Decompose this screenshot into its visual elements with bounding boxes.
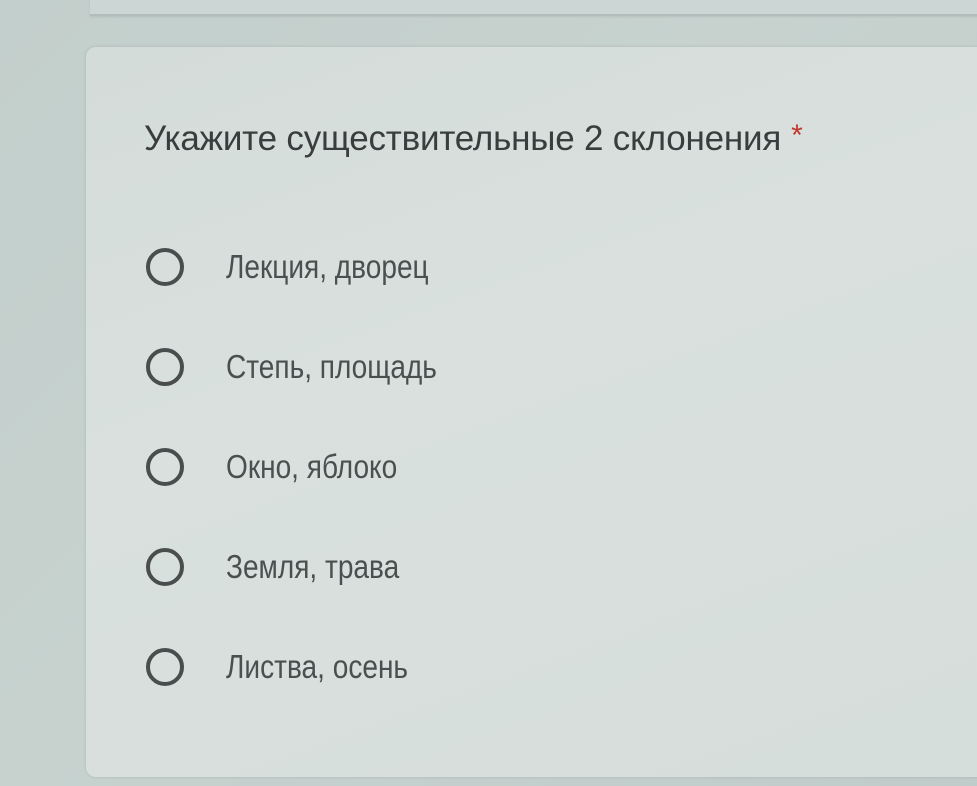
option-label: Окно, яблоко xyxy=(226,448,398,485)
option-2[interactable]: Степь, площадь xyxy=(146,343,474,391)
previous-question-card xyxy=(90,0,977,16)
question-title: Укажите существительные 2 склонения * xyxy=(144,119,803,159)
radio-button[interactable] xyxy=(146,648,184,686)
option-label: Лекция, дворец xyxy=(226,248,429,285)
option-1[interactable]: Лекция, дворец xyxy=(146,243,474,291)
question-card: Укажите существительные 2 склонения * Лек… xyxy=(86,47,977,777)
radio-button[interactable] xyxy=(146,448,184,486)
option-5[interactable]: Листва, осень xyxy=(146,643,474,691)
answer-options: Лекция, дворец Степь, площадь Окно, ябло… xyxy=(146,243,474,743)
option-label: Степь, площадь xyxy=(226,348,437,385)
question-title-text: Укажите существительные 2 склонения xyxy=(144,119,782,158)
option-label: Земля, трава xyxy=(226,548,400,585)
option-label: Листва, осень xyxy=(226,648,409,685)
radio-button[interactable] xyxy=(146,548,184,586)
radio-button[interactable] xyxy=(146,348,184,386)
radio-button[interactable] xyxy=(146,248,184,286)
option-4[interactable]: Земля, трава xyxy=(146,543,474,591)
option-3[interactable]: Окно, яблоко xyxy=(146,443,474,491)
required-asterisk: * xyxy=(791,119,803,152)
